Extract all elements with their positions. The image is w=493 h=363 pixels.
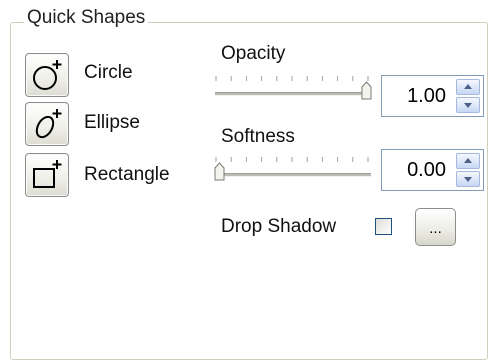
- opacity-decrement-button[interactable]: [456, 97, 480, 113]
- opacity-slider[interactable]: [213, 74, 373, 102]
- drop-shadow-settings-button[interactable]: ...: [415, 208, 456, 246]
- add-circle-button[interactable]: [25, 53, 69, 97]
- opacity-value[interactable]: 1.00: [382, 76, 446, 116]
- opacity-slider-ticks: [215, 76, 369, 81]
- rectangle-plus-icon: [33, 160, 62, 188]
- quick-shapes-group: [10, 22, 488, 360]
- softness-slider-ticks: [215, 157, 369, 162]
- add-ellipse-button[interactable]: [25, 102, 69, 146]
- drop-shadow-label: Drop Shadow: [221, 216, 337, 237]
- circle-plus-icon: [33, 60, 62, 90]
- group-title: Quick Shapes: [24, 7, 149, 29]
- softness-slider-track: [215, 173, 371, 177]
- rectangle-label: Rectangle: [84, 164, 170, 185]
- softness-value[interactable]: 0.00: [382, 150, 446, 190]
- opacity-slider-thumb[interactable]: [361, 81, 372, 100]
- circle-label: Circle: [84, 62, 133, 83]
- softness-increment-button[interactable]: [456, 153, 480, 169]
- opacity-label: Opacity: [221, 43, 286, 64]
- ellipse-label: Ellipse: [84, 112, 140, 133]
- add-rectangle-button[interactable]: [25, 153, 69, 197]
- ellipse-plus-icon: [35, 109, 62, 139]
- softness-spinner[interactable]: 0.00: [381, 149, 484, 191]
- softness-slider[interactable]: [213, 155, 373, 183]
- opacity-spinner[interactable]: 1.00: [381, 75, 484, 117]
- drop-shadow-checkbox[interactable]: [375, 218, 392, 235]
- softness-slider-thumb[interactable]: [214, 162, 225, 181]
- softness-label: Softness: [221, 126, 295, 147]
- opacity-slider-track: [215, 92, 371, 96]
- opacity-increment-button[interactable]: [456, 79, 480, 95]
- softness-decrement-button[interactable]: [456, 171, 480, 187]
